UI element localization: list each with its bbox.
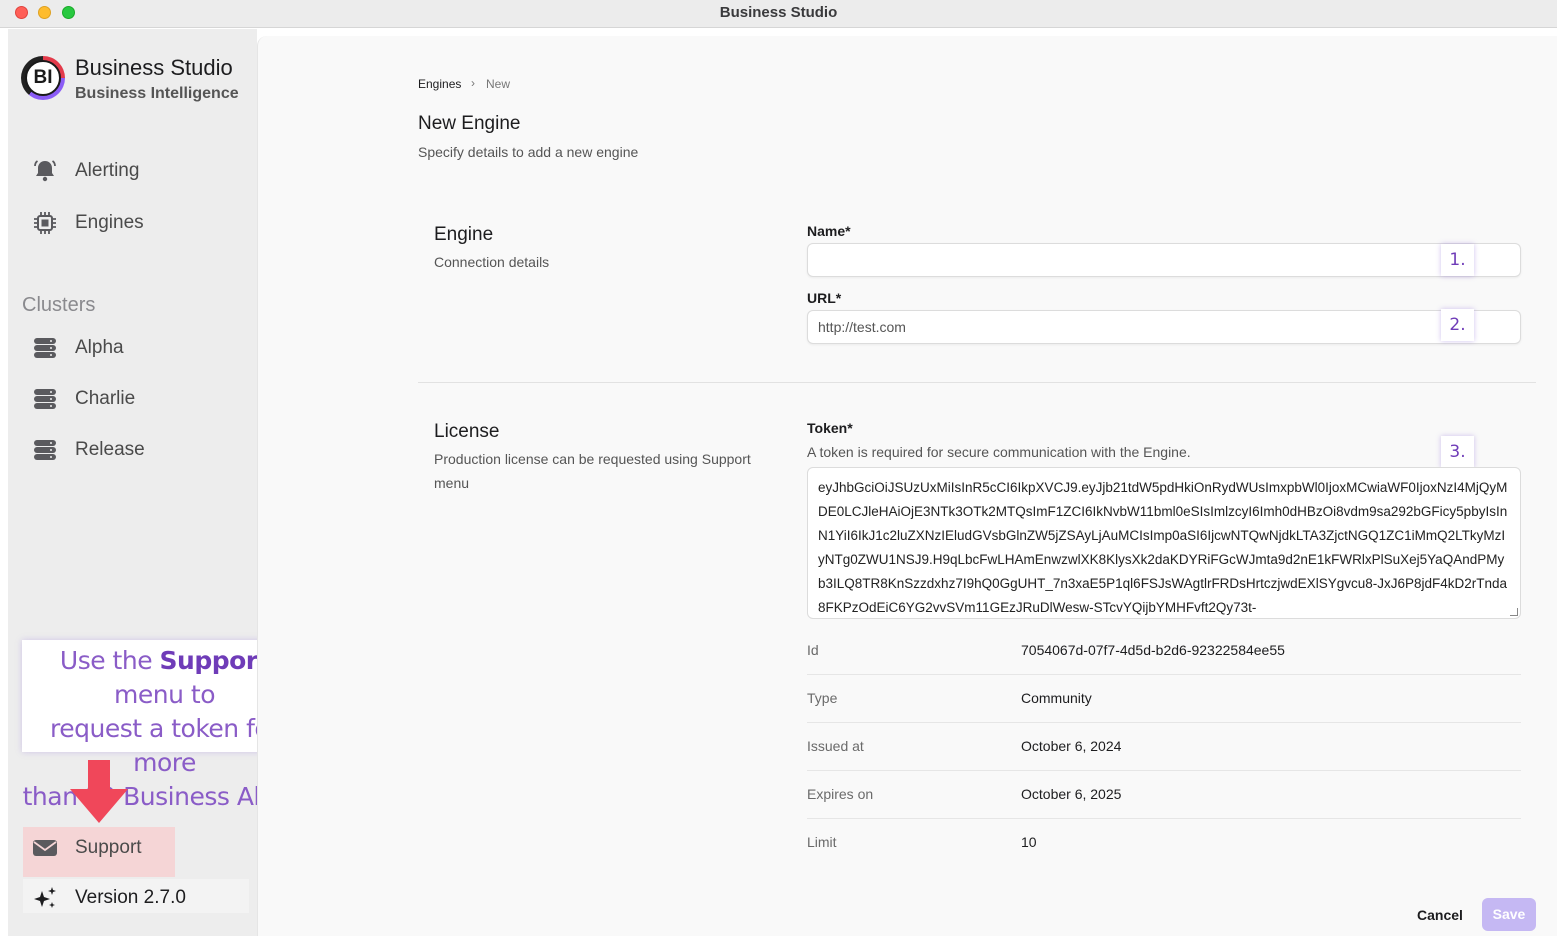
name-input[interactable] [807,243,1521,277]
annotation-marker-2: 2. [1441,309,1474,341]
app-logo-text: BI [25,60,61,96]
breadcrumb-separator-icon: › [471,76,475,90]
token-field-label: Token* [807,420,853,436]
detail-key: Issued at [807,738,864,754]
save-button[interactable]: Save [1482,898,1536,931]
token-help-text: A token is required for secure communica… [807,444,1191,460]
annotation-arrow-head-icon [70,789,128,823]
url-field-label: URL* [807,290,842,306]
token-value: eyJhbGciOiJSUzUxMiIsInR5cCI6IkpXVCJ9.eyJ… [818,480,1508,615]
window-title: Business Studio [719,4,838,21]
sparkles-icon [30,883,60,913]
brand-title: Business Studio [75,55,233,80]
sidebar-item-alpha[interactable]: Alpha [30,328,124,368]
annotation-arrow-icon [88,760,110,790]
url-input[interactable] [807,310,1521,344]
clusters-section-label: Clusters [22,294,96,316]
sidebar-item-label: Support [75,837,142,858]
license-detail-row: Id 7054067d-07f7-4d5d-b2d6-92322584ee55 [807,627,1521,675]
engine-section-title: Engine [434,224,494,245]
sidebar-item-version[interactable]: Version 2.7.0 [30,878,186,918]
detail-value: Community [1021,690,1092,706]
sidebar-item-label: Release [75,439,145,460]
detail-value: October 6, 2025 [1021,786,1122,802]
license-detail-row: Issued at October 6, 2024 [807,723,1521,771]
envelope-icon [30,833,60,863]
detail-key: Expires on [807,786,874,802]
annotation-marker-3: 3. [1441,436,1474,468]
license-detail-row: Type Community [807,675,1521,723]
breadcrumb-current: New [486,77,511,91]
brand-subtitle: Business Intelligence [75,85,239,102]
engine-section-description: Connection details [434,254,550,270]
bell-icon [30,156,60,186]
page-title: New Engine [418,113,521,134]
license-detail-row: Limit 10 [807,819,1521,867]
detail-key: Limit [807,834,837,850]
license-detail-row: Expires on October 6, 2025 [807,771,1521,819]
sidebar-item-release[interactable]: Release [30,430,145,470]
annotation-marker-1: 1. [1441,244,1474,276]
license-section-title: License [434,421,500,442]
name-field-label: Name* [807,223,851,239]
cancel-button[interactable]: Cancel [1410,902,1470,928]
sidebar-item-label: Alpha [75,337,124,358]
license-section-description: Production license can be requested usin… [434,451,751,491]
page-subtitle: Specify details to add a new engine [418,144,639,160]
detail-key: Type [807,690,838,706]
server-stack-icon [30,384,60,414]
breadcrumb-engines[interactable]: Engines [418,77,461,91]
sidebar-item-label: Engines [75,212,144,233]
sidebar-item-engines[interactable]: Engines [30,203,144,243]
sidebar-item-alerting[interactable]: Alerting [30,151,139,191]
resize-handle-icon[interactable] [1510,608,1518,616]
section-divider [418,382,1536,383]
sidebar-item-label: Charlie [75,388,136,409]
detail-value: October 6, 2024 [1021,738,1122,754]
server-stack-icon [30,333,60,363]
detail-value: 10 [1021,834,1037,850]
sidebar-item-label: Alerting [75,160,140,181]
sidebar-item-support[interactable]: Support [30,828,142,868]
sidebar-item-label: Version 2.7.0 [75,887,186,908]
chip-icon [30,208,60,238]
server-stack-icon [30,435,60,465]
app-logo-icon: BI [21,56,65,100]
window-titlebar: Business Studio [0,0,1557,28]
sidebar-item-charlie[interactable]: Charlie [30,379,135,419]
token-textarea[interactable]: eyJhbGciOiJSUzUxMiIsInR5cCI6IkpXVCJ9.eyJ… [807,467,1521,619]
detail-key: Id [807,642,819,658]
detail-value: 7054067d-07f7-4d5d-b2d6-92322584ee55 [1021,642,1285,658]
